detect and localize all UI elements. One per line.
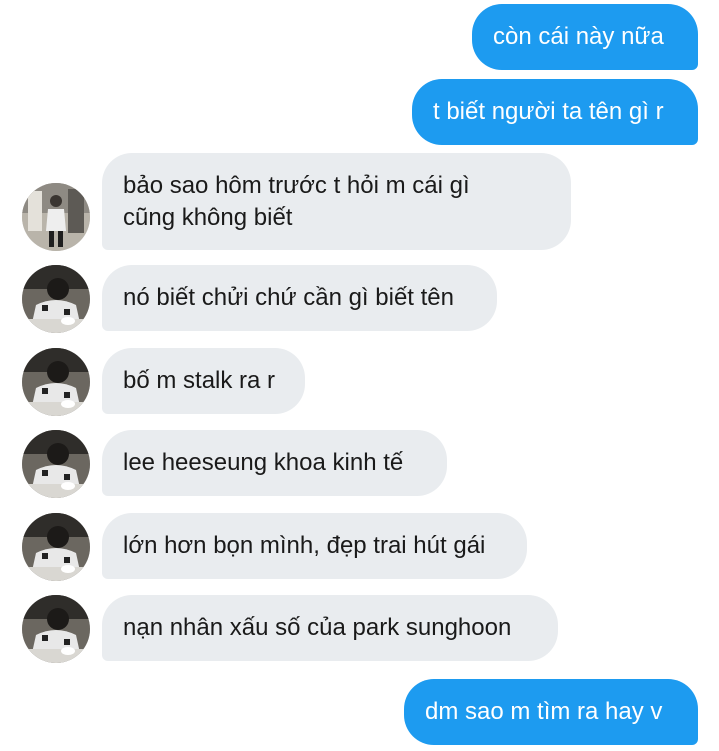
profile-photo-person-at-cafe-icon	[22, 430, 90, 498]
incoming-message[interactable]: bố m stalk ra r	[102, 348, 305, 414]
incoming-message[interactable]: nạn nhân xấu số của park sunghoon	[102, 595, 558, 661]
sender-avatar[interactable]	[22, 265, 90, 333]
sender-avatar[interactable]	[22, 183, 90, 251]
sender-avatar[interactable]	[22, 595, 90, 663]
profile-photo-person-at-cafe-icon	[22, 513, 90, 581]
incoming-message[interactable]: bảo sao hôm trước t hỏi m cái gì cũng kh…	[102, 153, 571, 250]
sender-avatar[interactable]	[22, 348, 90, 416]
incoming-message[interactable]: lee heeseung khoa kinh tế	[102, 430, 447, 496]
profile-photo-person-at-cafe-icon	[22, 348, 90, 416]
outgoing-message[interactable]: dm sao m tìm ra hay v	[404, 679, 698, 745]
message-line: bảo sao hôm trước t hỏi m cái gì	[123, 172, 470, 199]
profile-photo-standing-person-icon	[22, 183, 90, 251]
conversation-thread: còn cái này nữa t biết người ta tên gì r…	[0, 0, 719, 751]
profile-photo-person-at-cafe-icon	[22, 595, 90, 663]
incoming-message[interactable]: lớn hơn bọn mình, đẹp trai hút gái	[102, 513, 527, 579]
profile-photo-person-at-cafe-icon	[22, 265, 90, 333]
sender-avatar[interactable]	[22, 430, 90, 498]
sender-avatar[interactable]	[22, 513, 90, 581]
outgoing-message[interactable]: t biết người ta tên gì r	[412, 79, 698, 145]
incoming-message[interactable]: nó biết chửi chứ cần gì biết tên	[102, 265, 497, 331]
outgoing-message[interactable]: còn cái này nữa	[472, 4, 698, 70]
message-line: cũng không biết	[123, 204, 293, 231]
